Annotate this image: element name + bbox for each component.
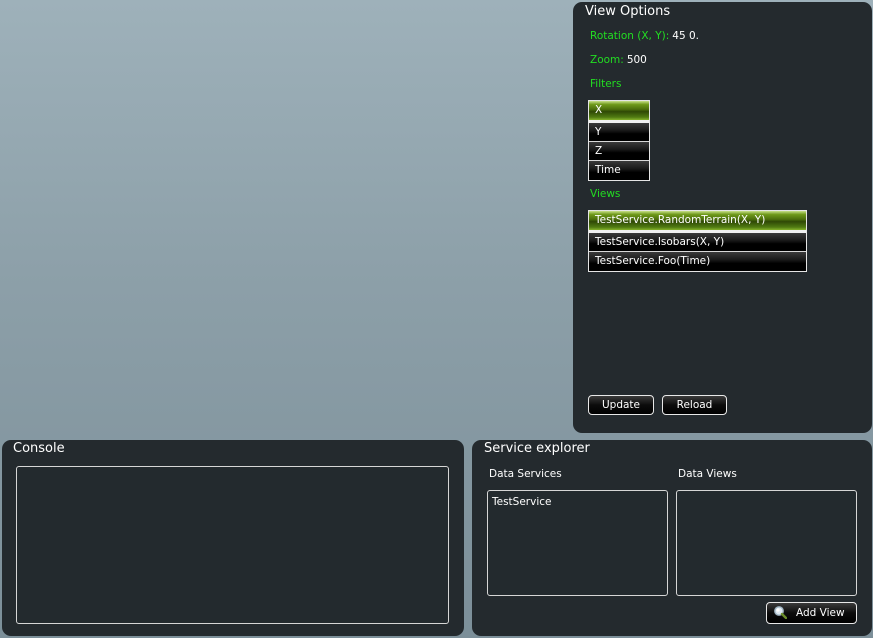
console-output[interactable] — [16, 466, 449, 624]
panel-title: View Options — [585, 4, 671, 19]
rotation-row: Rotation (X, Y): 45 0. — [590, 30, 699, 42]
views-list[interactable]: TestService.RandomTerrain(X, Y) TestServ… — [588, 210, 807, 272]
data-services-label: Data Services — [489, 468, 562, 480]
data-views-label: Data Views — [678, 468, 737, 480]
console-title: Console — [13, 441, 65, 456]
service-explorer-title: Service explorer — [484, 441, 590, 456]
data-service-item-testservice[interactable]: TestService — [492, 496, 551, 508]
reload-button[interactable]: Reload — [662, 395, 727, 415]
data-views-list[interactable] — [676, 490, 857, 596]
magnifier-icon — [773, 605, 788, 620]
views-label: Views — [590, 188, 621, 200]
zoom-value: 500 — [626, 54, 647, 66]
filters-list[interactable]: X Y Z Time — [588, 100, 650, 181]
add-view-label: Add View — [796, 607, 845, 619]
filter-item-y[interactable]: Y — [589, 123, 649, 142]
console-panel: Console — [2, 440, 464, 636]
filters-label: Filters — [590, 78, 622, 90]
filter-item-x[interactable]: X — [589, 101, 649, 123]
zoom-label: Zoom: — [590, 54, 624, 66]
update-button[interactable]: Update — [588, 395, 654, 415]
filter-item-z[interactable]: Z — [589, 142, 649, 161]
view-item-foo[interactable]: TestService.Foo(Time) — [589, 252, 806, 271]
rotation-label: Rotation (X, Y): — [590, 30, 670, 42]
view-item-random-terrain[interactable]: TestService.RandomTerrain(X, Y) — [589, 211, 806, 233]
rotation-value: 45 0. — [672, 30, 699, 42]
service-explorer-panel: Service explorer Data Services Data View… — [472, 440, 872, 636]
data-services-list[interactable]: TestService — [487, 490, 668, 596]
add-view-button[interactable]: Add View — [766, 602, 857, 624]
filter-item-time[interactable]: Time — [589, 161, 649, 180]
view-options-panel: View Options Rotation (X, Y): 45 0. Zoom:… — [573, 2, 872, 433]
zoom-row: Zoom: 500 — [590, 54, 647, 66]
view-item-isobars[interactable]: TestService.Isobars(X, Y) — [589, 233, 806, 252]
